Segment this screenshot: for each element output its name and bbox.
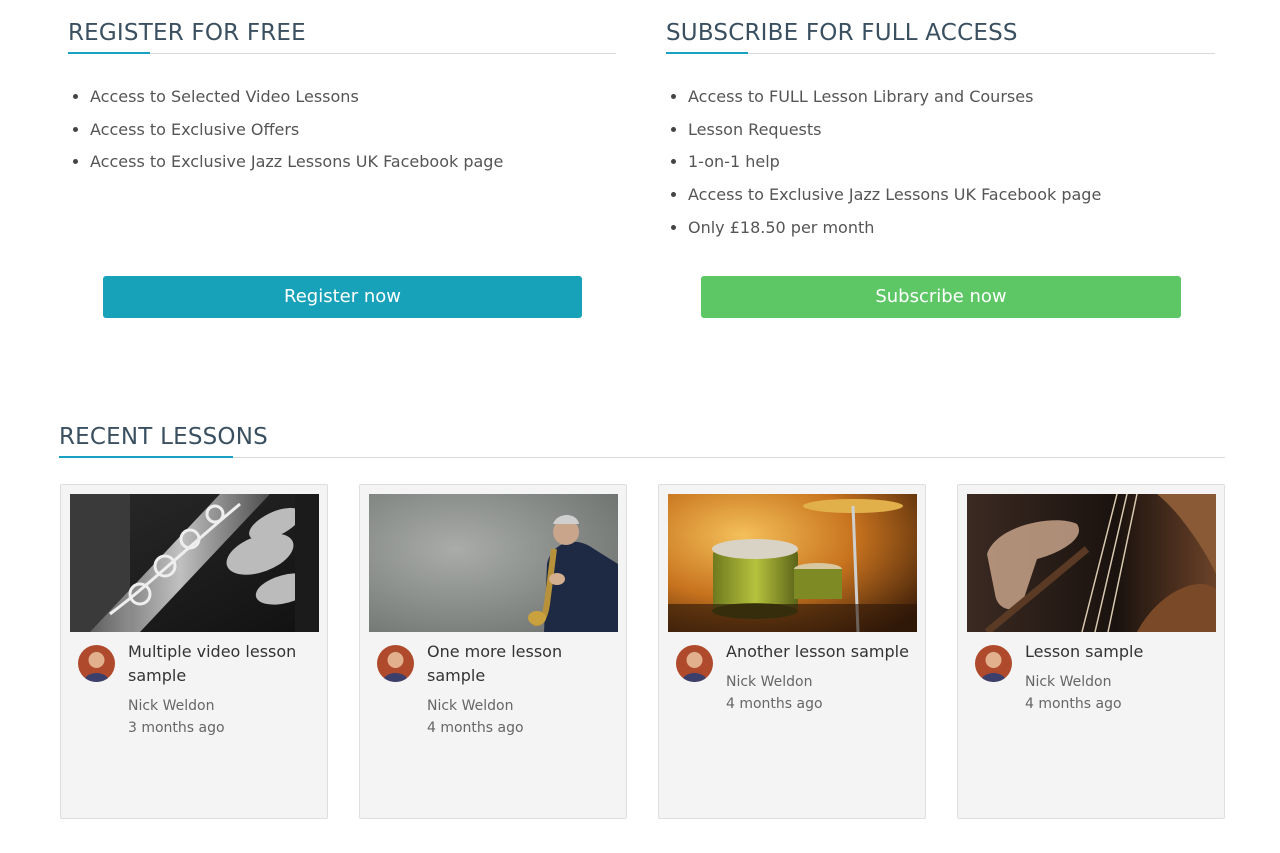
lesson-author: Nick Weldon <box>128 698 215 714</box>
list-item: Access to Exclusive Offers <box>70 113 590 146</box>
heading-accent-line <box>666 52 748 54</box>
subscribe-heading: SUBSCRIBE FOR FULL ACCESS <box>666 20 1215 54</box>
lesson-time: 4 months ago <box>726 696 823 712</box>
list-item: Access to FULL Lesson Library and Course… <box>668 80 1188 113</box>
lesson-author: Nick Weldon <box>1025 674 1112 690</box>
subscribe-benefits-list: Access to FULL Lesson Library and Course… <box>668 80 1188 243</box>
lesson-author: Nick Weldon <box>427 698 514 714</box>
recent-lessons-heading: RECENT LESSONS <box>59 424 1225 458</box>
subscribe-heading-text: SUBSCRIBE FOR FULL ACCESS <box>666 20 1018 46</box>
lesson-title[interactable]: One more lesson sample <box>427 640 617 688</box>
heading-accent-line <box>59 456 233 458</box>
list-item: Lesson Requests <box>668 113 1188 146</box>
lesson-thumbnail[interactable] <box>70 494 319 632</box>
lesson-title[interactable]: Multiple video lesson sample <box>128 640 318 688</box>
lesson-title[interactable]: Another lesson sample <box>726 640 916 664</box>
lesson-thumbnail[interactable] <box>967 494 1216 632</box>
recent-lessons-heading-text: RECENT LESSONS <box>59 424 268 450</box>
lesson-thumbnail[interactable] <box>668 494 917 632</box>
subscribe-now-button[interactable]: Subscribe now <box>701 276 1181 318</box>
lesson-title[interactable]: Lesson sample <box>1025 640 1215 664</box>
author-avatar <box>676 645 713 682</box>
register-benefits-list: Access to Selected Video Lessons Access … <box>70 80 590 178</box>
list-item: Access to Exclusive Jazz Lessons UK Face… <box>668 178 1188 211</box>
register-now-button[interactable]: Register now <box>103 276 582 318</box>
author-avatar <box>78 645 115 682</box>
list-item: Access to Selected Video Lessons <box>70 80 590 113</box>
lesson-author: Nick Weldon <box>726 674 813 690</box>
register-heading: REGISTER FOR FREE <box>68 20 616 54</box>
list-item: Only £18.50 per month <box>668 211 1188 244</box>
list-item: Access to Exclusive Jazz Lessons UK Face… <box>70 145 590 178</box>
lesson-thumbnail[interactable] <box>369 494 618 632</box>
lesson-card[interactable]: Multiple video lesson sample Nick Weldon… <box>60 484 328 819</box>
heading-accent-line <box>68 52 150 54</box>
lesson-card[interactable]: Another lesson sample Nick Weldon 4 mont… <box>658 484 926 819</box>
lesson-time: 4 months ago <box>1025 696 1122 712</box>
lesson-card[interactable]: Lesson sample Nick Weldon 4 months ago <box>957 484 1225 819</box>
lesson-card[interactable]: One more lesson sample Nick Weldon 4 mon… <box>359 484 627 819</box>
author-avatar <box>377 645 414 682</box>
author-avatar <box>975 645 1012 682</box>
register-heading-text: REGISTER FOR FREE <box>68 20 306 46</box>
list-item: 1-on-1 help <box>668 145 1188 178</box>
lesson-time: 3 months ago <box>128 720 225 736</box>
lesson-time: 4 months ago <box>427 720 524 736</box>
